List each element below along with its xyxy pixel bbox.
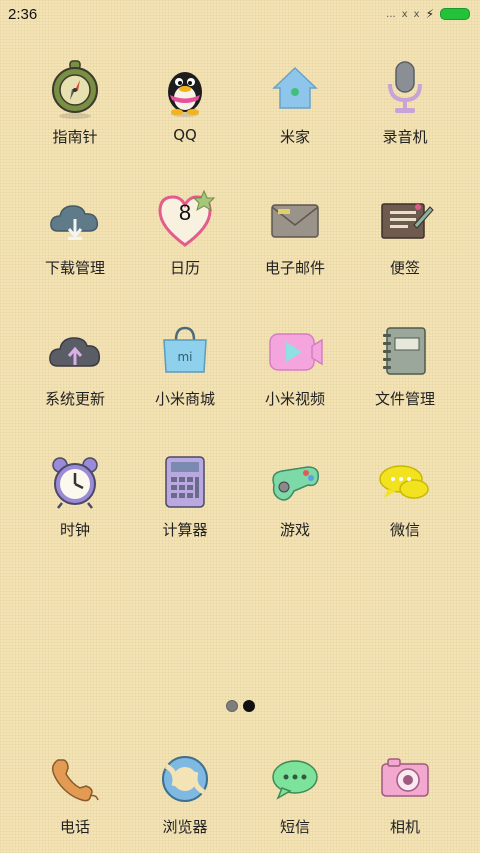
battery-icon xyxy=(440,8,470,20)
mi-badge: mi xyxy=(177,350,193,364)
app-label: 微信 xyxy=(389,521,420,539)
microphone-icon xyxy=(374,58,436,120)
status-icons: ... x x ⚡ xyxy=(386,7,470,21)
app-label: QQ xyxy=(173,126,197,144)
page-dot-1[interactable] xyxy=(225,700,238,712)
shopping-bag-icon: mi xyxy=(154,320,216,382)
cloud-download-icon xyxy=(44,189,106,251)
app-label: 便签 xyxy=(389,259,420,277)
app-mijia[interactable]: 米家 xyxy=(240,58,350,189)
home-icon xyxy=(264,58,326,120)
compass-icon xyxy=(44,58,106,120)
status-time: 2:36 xyxy=(8,5,38,23)
app-grid: 指南针 QQ 米家 录音机 下载管理 8 日历 电子邮件 便签 系统更新 mi … xyxy=(20,58,460,582)
no-signal-icon: x xyxy=(401,8,408,20)
app-label: 游戏 xyxy=(279,521,310,539)
app-label: 时钟 xyxy=(59,521,90,539)
app-label: 录音机 xyxy=(382,128,428,146)
gamepad-icon xyxy=(264,451,326,513)
chat-bubble-icon xyxy=(374,451,436,513)
page-dot-2[interactable] xyxy=(242,700,255,712)
app-label: 相机 xyxy=(389,818,420,836)
browser-icon xyxy=(154,748,216,810)
app-label: 小米商城 xyxy=(154,390,215,408)
app-calendar[interactable]: 8 日历 xyxy=(130,189,240,320)
cloud-upload-icon xyxy=(44,320,106,382)
notepad-icon xyxy=(374,189,436,251)
message-bubble-icon xyxy=(264,748,326,810)
phone-handset-icon xyxy=(44,748,106,810)
app-wechat[interactable]: 微信 xyxy=(350,451,460,582)
status-bar: 2:36 ... x x ⚡ xyxy=(0,0,480,28)
dock-messages[interactable]: 短信 xyxy=(240,748,350,837)
app-clock[interactable]: 时钟 xyxy=(20,451,130,582)
app-notes[interactable]: 便签 xyxy=(350,189,460,320)
charging-icon: ⚡ xyxy=(425,7,434,21)
calculator-icon xyxy=(154,451,216,513)
app-label: 日历 xyxy=(169,259,200,277)
app-games[interactable]: 游戏 xyxy=(240,451,350,582)
page-indicator[interactable] xyxy=(0,700,480,712)
app-system-update[interactable]: 系统更新 xyxy=(20,320,130,451)
dock-phone[interactable]: 电话 xyxy=(20,748,130,837)
app-file-manager[interactable]: 文件管理 xyxy=(350,320,460,451)
app-compass[interactable]: 指南针 xyxy=(20,58,130,189)
no-wifi-icon: x xyxy=(413,8,420,20)
app-label: 指南针 xyxy=(52,128,98,146)
notebook-icon xyxy=(374,320,436,382)
calendar-date: 8 xyxy=(178,200,192,225)
app-mi-video[interactable]: 小米视频 xyxy=(240,320,350,451)
app-label: 电子邮件 xyxy=(264,259,325,277)
app-label: 小米视频 xyxy=(264,390,325,408)
signal-dots-icon: ... xyxy=(386,8,396,20)
dock: 电话 浏览器 短信 相机 xyxy=(20,748,460,837)
app-label: 米家 xyxy=(279,128,310,146)
app-recorder[interactable]: 录音机 xyxy=(350,58,460,189)
alarm-clock-icon xyxy=(44,451,106,513)
heart-calendar-icon: 8 xyxy=(154,189,216,251)
qq-penguin-icon xyxy=(154,58,216,120)
app-calculator[interactable]: 计算器 xyxy=(130,451,240,582)
video-play-icon xyxy=(264,320,326,382)
dock-browser[interactable]: 浏览器 xyxy=(130,748,240,837)
app-label: 电话 xyxy=(59,818,90,836)
app-label: 下载管理 xyxy=(44,259,105,277)
app-label: 文件管理 xyxy=(374,390,435,408)
app-label: 浏览器 xyxy=(162,818,208,836)
app-email[interactable]: 电子邮件 xyxy=(240,189,350,320)
camera-icon xyxy=(374,748,436,810)
app-label: 短信 xyxy=(279,818,310,836)
app-downloads[interactable]: 下载管理 xyxy=(20,189,130,320)
app-label: 计算器 xyxy=(162,521,208,539)
app-qq[interactable]: QQ xyxy=(130,58,240,189)
dock-camera[interactable]: 相机 xyxy=(350,748,460,837)
envelope-icon xyxy=(264,189,326,251)
app-label: 系统更新 xyxy=(44,390,105,408)
app-mi-store[interactable]: mi 小米商城 xyxy=(130,320,240,451)
